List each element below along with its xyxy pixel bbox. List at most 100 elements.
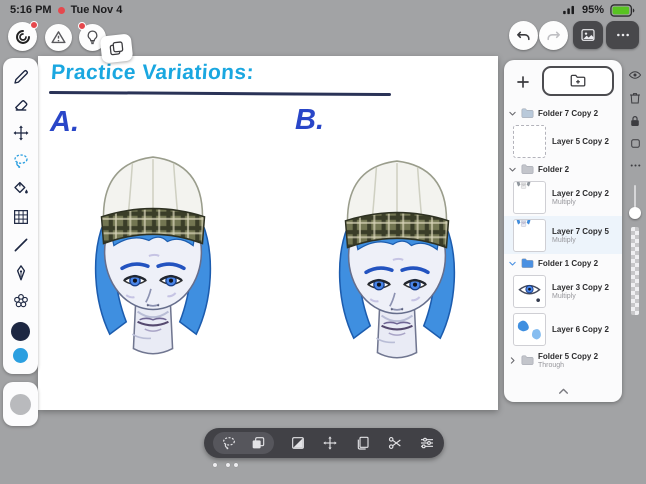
- copy-icon[interactable]: [355, 435, 371, 451]
- status-date: Tue Nov 4: [70, 4, 123, 16]
- folder-row[interactable]: Folder 5 Copy 2 Through: [504, 348, 622, 372]
- add-folder-button[interactable]: [542, 66, 614, 96]
- layer-name: Folder 1 Copy 2: [538, 258, 599, 268]
- chevron-right-icon[interactable]: [508, 356, 517, 365]
- reference-color-swatch[interactable]: [10, 393, 31, 415]
- slider-transparency-track: [631, 227, 639, 315]
- portrait-drawing-a: [60, 120, 246, 362]
- redo-icon: [545, 27, 562, 44]
- duplicate-icon[interactable]: [250, 435, 266, 451]
- redo-button[interactable]: [539, 21, 568, 50]
- layer-blend-mode: Multiply: [552, 236, 576, 244]
- move-icon[interactable]: [322, 435, 338, 451]
- primary-color-swatch[interactable]: [11, 322, 30, 341]
- layer-row[interactable]: Layer 3 Copy 2 Multiply: [504, 272, 622, 310]
- chevron-up-icon: [557, 385, 570, 398]
- brush-logo-icon: [14, 28, 32, 46]
- folder-row[interactable]: Folder 2: [504, 160, 622, 178]
- layer-thumbnail[interactable]: [513, 124, 546, 158]
- lasso-select-tool[interactable]: [10, 150, 31, 171]
- transform-tool[interactable]: [10, 122, 31, 143]
- folder-plus-icon: [569, 72, 587, 90]
- pen-tool[interactable]: [10, 262, 31, 283]
- lock-icon[interactable]: [628, 114, 642, 128]
- plus-icon: [514, 73, 532, 91]
- layer-action-strip: [626, 68, 644, 317]
- notification-dot-icon: [30, 21, 38, 29]
- page-dot: [213, 463, 217, 467]
- line-tool[interactable]: [10, 234, 31, 255]
- undo-button[interactable]: [509, 21, 538, 50]
- adjust-icon[interactable]: [419, 435, 435, 451]
- chevron-down-icon[interactable]: [508, 165, 517, 174]
- warning-button[interactable]: [45, 24, 72, 51]
- canvas-title-text: Practice Variations:: [50, 61, 255, 84]
- title-underline: [48, 90, 392, 97]
- layer-name: Layer 3 Copy 2: [552, 282, 609, 292]
- layer-name: Layer 5 Copy 2: [552, 136, 609, 146]
- page-dot: [234, 463, 238, 467]
- battery-icon: [610, 4, 636, 17]
- tool-palette: [3, 58, 38, 374]
- brush-logo-button[interactable]: [8, 21, 38, 51]
- lightbulb-icon: [84, 29, 101, 46]
- selection-toolbar: [204, 428, 444, 458]
- fill-tool[interactable]: [10, 178, 31, 199]
- secondary-color-swatch[interactable]: [13, 348, 28, 363]
- grid-tool[interactable]: [10, 206, 31, 227]
- collapse-panel-button[interactable]: [504, 385, 622, 398]
- clock-time: 5:16 PM: [10, 4, 52, 16]
- drawing-canvas[interactable]: Practice Variations: A. B.: [38, 56, 498, 410]
- scissors-icon[interactable]: [387, 435, 403, 451]
- image-library-button[interactable]: [573, 21, 603, 49]
- layer-row[interactable]: Layer 2 Copy 2 Multiply: [504, 178, 622, 216]
- recording-dot-icon: [57, 6, 65, 14]
- slider-knob[interactable]: [629, 207, 641, 219]
- layer-box-icon[interactable]: [629, 137, 642, 150]
- layer-thumbnail[interactable]: [513, 312, 546, 346]
- layer-name: Folder 2: [538, 164, 570, 174]
- trash-icon[interactable]: [628, 91, 642, 105]
- layer-row[interactable]: Layer 5 Copy 2: [504, 122, 622, 160]
- undo-icon: [515, 27, 532, 44]
- folder-icon: [520, 256, 535, 271]
- brush-tool[interactable]: [10, 66, 31, 87]
- shapes-tool[interactable]: [10, 290, 31, 311]
- chevron-down-icon[interactable]: [508, 109, 517, 118]
- color-puck-panel: [3, 382, 38, 426]
- more-dots-icon: [615, 27, 631, 43]
- more-dots-icon[interactable]: [629, 159, 642, 172]
- selection-mode-group: [213, 432, 274, 454]
- layer-thumbnail[interactable]: [513, 274, 546, 308]
- folder-icon: [520, 106, 535, 121]
- add-layer-button[interactable]: [510, 69, 536, 94]
- folder-row[interactable]: Folder 1 Copy 2: [504, 254, 622, 272]
- duplicate-icon: [107, 39, 126, 58]
- page-dot: [226, 463, 230, 467]
- folder-icon: [520, 162, 535, 177]
- gradient-icon[interactable]: [290, 435, 306, 451]
- toolbar-page-dots[interactable]: [213, 463, 238, 467]
- layer-thumbnail[interactable]: [513, 180, 546, 214]
- status-bar: 5:16 PM Tue Nov 4 95%: [0, 0, 646, 20]
- notification-dot-icon: [78, 22, 86, 30]
- layer-blend-mode: Multiply: [552, 292, 576, 300]
- layer-row[interactable]: Layer 6 Copy 2: [504, 310, 622, 348]
- eraser-tool[interactable]: [10, 94, 31, 115]
- opacity-slider[interactable]: [629, 185, 641, 317]
- layer-row-selected[interactable]: Layer 7 Copy 5 Multiply: [504, 216, 622, 254]
- layer-blend-mode: Multiply: [552, 198, 576, 206]
- layer-name: Layer 6 Copy 2: [552, 324, 609, 334]
- folder-icon: [520, 353, 535, 368]
- lasso-icon[interactable]: [221, 435, 237, 451]
- more-options-button[interactable]: [606, 21, 639, 49]
- duplicate-float-button[interactable]: [99, 33, 134, 64]
- folder-row[interactable]: Folder 7 Copy 2: [504, 104, 622, 122]
- layer-name: Folder 7 Copy 2: [538, 108, 599, 118]
- chevron-down-icon[interactable]: [508, 259, 517, 268]
- layer-name: Layer 7 Copy 5: [552, 226, 609, 236]
- drawing-app-screen: 5:16 PM Tue Nov 4 95% Practice Variation…: [0, 0, 646, 484]
- eye-icon[interactable]: [628, 68, 642, 82]
- layer-thumbnail[interactable]: [513, 218, 546, 252]
- warning-icon: [50, 29, 67, 46]
